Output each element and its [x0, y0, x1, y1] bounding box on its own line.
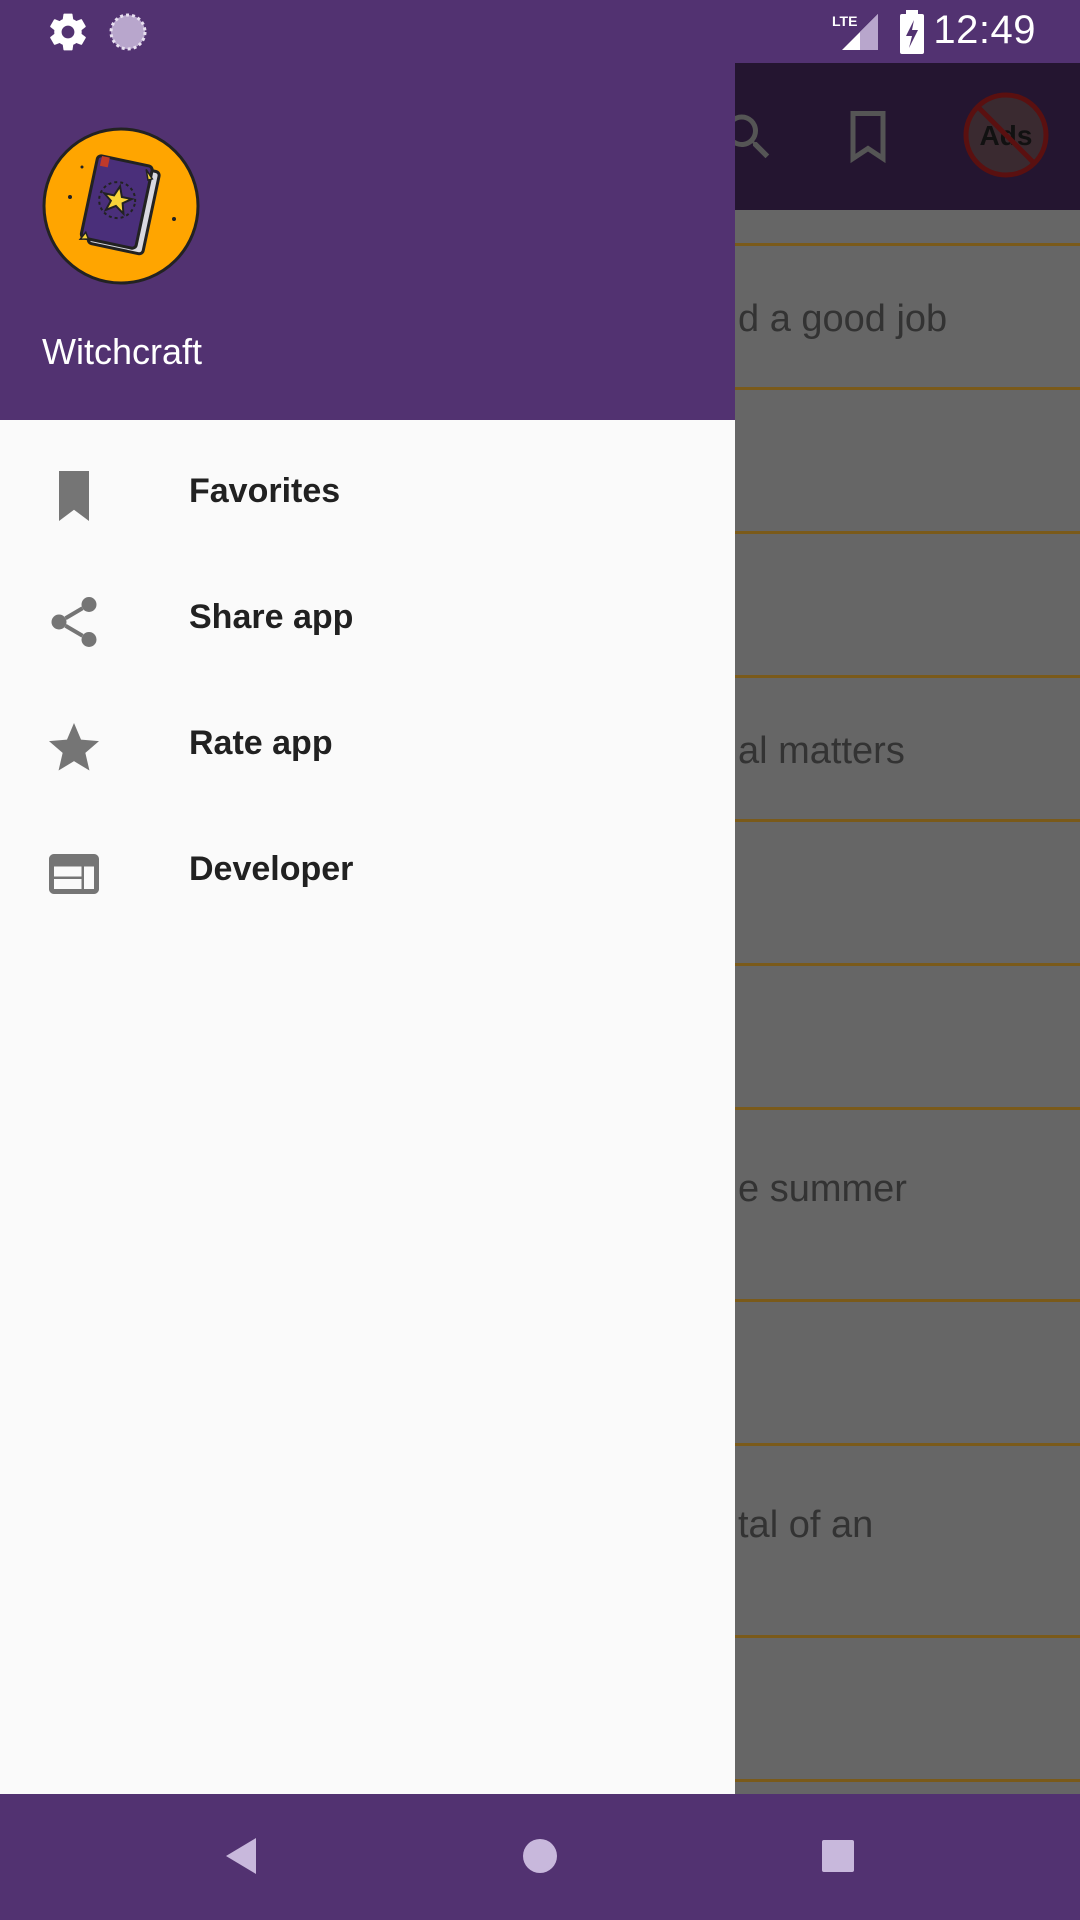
navigation-drawer: Witchcraft Favorites Share app Rate app — [0, 63, 735, 1794]
menu-item-label: Developer — [189, 850, 354, 888]
status-bar: LTE 12:49 — [0, 0, 1080, 63]
star-icon — [49, 723, 99, 771]
recents-icon[interactable] — [818, 1834, 858, 1878]
bookmark-icon — [59, 471, 89, 521]
share-icon — [51, 597, 97, 647]
battery-charging-icon — [900, 10, 924, 54]
web-icon — [49, 854, 99, 894]
home-icon[interactable] — [520, 1834, 560, 1878]
menu-item-label: Share app — [189, 598, 354, 636]
settings-icon — [50, 13, 86, 51]
navigation-bar — [0, 1794, 1080, 1920]
menu-item-favorites[interactable]: Favorites — [0, 426, 735, 552]
list-item-text: e summer — [738, 1168, 907, 1210]
no-ads-icon[interactable]: Ads — [962, 91, 1050, 179]
drawer-header: Witchcraft — [0, 63, 735, 420]
network-type: LTE — [832, 13, 857, 29]
menu-item-label: Favorites — [189, 472, 341, 510]
drawer-app-name: Witchcraft — [42, 331, 203, 372]
list-item-text: d a good job — [738, 298, 948, 340]
signal-icon: LTE — [832, 13, 878, 50]
list-item-text: tal of an — [738, 1504, 874, 1546]
menu-item-rate-app[interactable]: Rate app — [0, 678, 735, 804]
menu-item-label: Rate app — [189, 724, 333, 762]
list-item-text: al matters — [738, 730, 905, 772]
back-icon[interactable] — [222, 1834, 262, 1878]
sync-icon — [109, 13, 147, 51]
menu-item-developer[interactable]: Developer — [0, 804, 735, 930]
menu-item-share-app[interactable]: Share app — [0, 552, 735, 678]
spellbook-logo — [42, 127, 200, 285]
bookmark-icon[interactable] — [838, 103, 898, 169]
status-time: 12:49 — [933, 8, 1036, 52]
